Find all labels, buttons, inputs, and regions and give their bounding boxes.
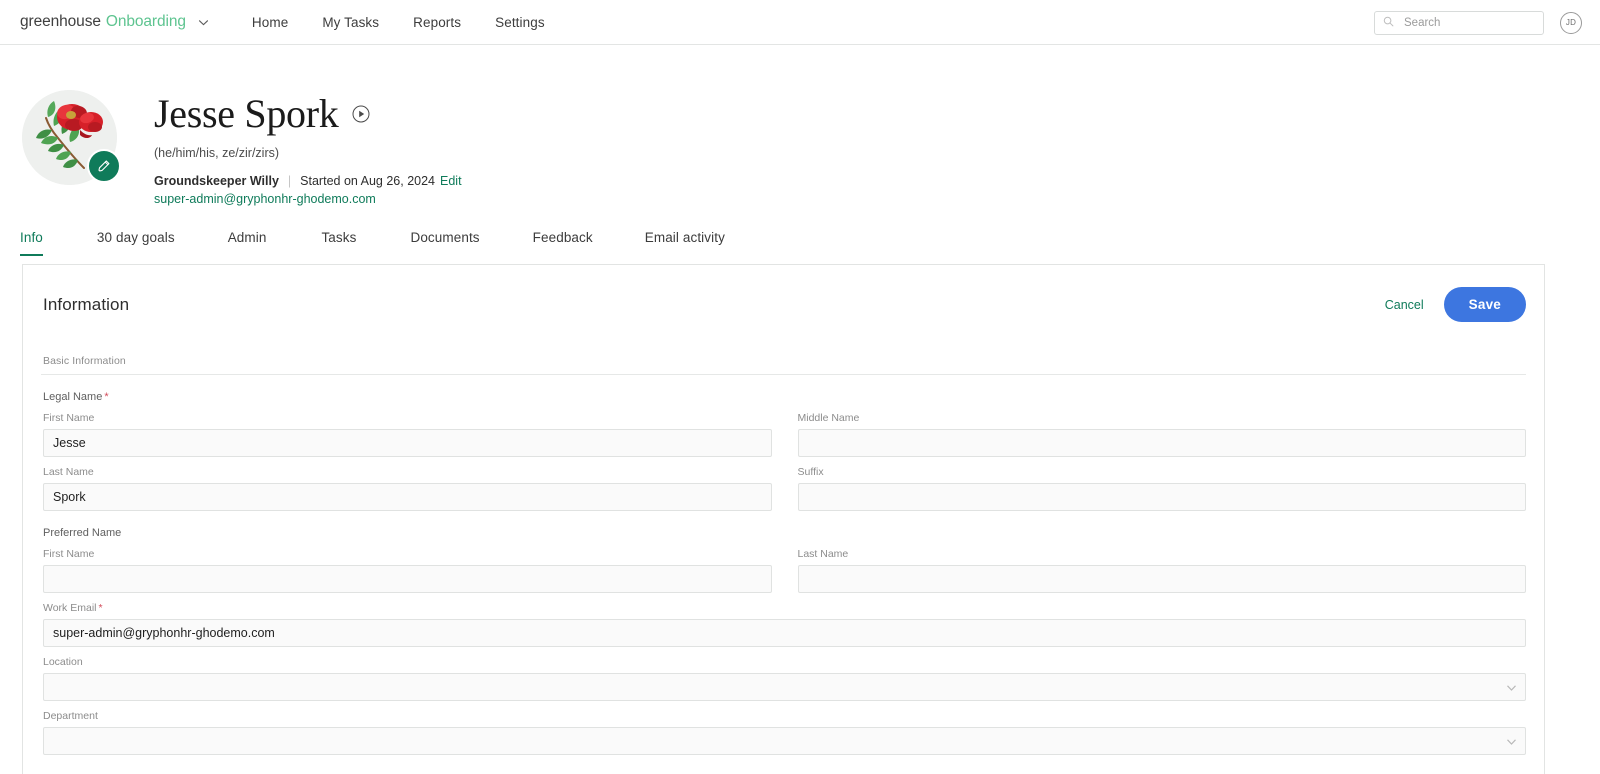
profile-meta-row: Groundskeeper Willy | Started on Aug 26,…: [154, 174, 462, 188]
field-preferred-first-name: First Name: [41, 548, 772, 593]
field-suffix: Suffix: [796, 466, 1526, 511]
tab-email-activity[interactable]: Email activity: [645, 230, 725, 256]
input-work-email[interactable]: [43, 619, 1526, 647]
label-middle-name: Middle Name: [797, 412, 860, 424]
edit-start-date-link[interactable]: Edit: [440, 174, 462, 188]
label-preferred-first-name: First Name: [43, 548, 95, 560]
preferred-name-group-spacer: [796, 511, 1527, 539]
label-department: Department: [43, 710, 98, 722]
card-title: Information: [43, 294, 130, 314]
profile-avatar-wrapper: [22, 90, 121, 185]
meta-divider: |: [287, 174, 292, 188]
field-location: Location: [41, 656, 1526, 701]
brand-logo[interactable]: greenhouse Onboarding: [20, 13, 210, 31]
profile-details: Jesse Spork (he/him/his, ze/zir/zirs) Gr…: [154, 90, 462, 207]
nav-right-cluster: JD: [1374, 0, 1582, 45]
legal-name-group-label-wrap: Legal Name *: [41, 375, 772, 403]
select-location[interactable]: [43, 673, 1526, 701]
department-select-wrapper[interactable]: [43, 727, 1526, 755]
group-label-legal-name: Legal Name *: [41, 391, 772, 403]
select-department[interactable]: [43, 727, 1526, 755]
tab-30-day-goals[interactable]: 30 day goals: [97, 230, 175, 256]
chevron-down-icon[interactable]: [197, 16, 210, 29]
brand-company-label: greenhouse: [20, 13, 101, 30]
profile-header: Jesse Spork (he/him/his, ze/zir/zirs) Gr…: [0, 45, 1600, 206]
required-asterisk-work-email: *: [98, 602, 103, 614]
search-input[interactable]: [1402, 15, 1535, 30]
label-work-email-text: Work Email: [43, 602, 97, 614]
group-label-legal-name-text: Legal Name: [43, 391, 103, 403]
profile-name-row: Jesse Spork: [154, 93, 462, 135]
label-last-name: Last Name: [43, 466, 94, 478]
input-preferred-last-name[interactable]: [797, 565, 1526, 593]
main-nav-links: Home My Tasks Reports Settings: [252, 15, 545, 30]
profile-start-date: Started on Aug 26, 2024: [300, 174, 436, 188]
label-location: Location: [43, 656, 83, 668]
nav-link-my-tasks[interactable]: My Tasks: [322, 15, 379, 30]
tab-admin[interactable]: Admin: [228, 230, 267, 256]
search-box[interactable]: [1374, 10, 1544, 35]
section-label-basic-information: Basic Information: [43, 355, 126, 367]
play-icon[interactable]: [352, 105, 370, 128]
information-card: Information Cancel Save Basic Informatio…: [22, 264, 1545, 774]
cancel-button[interactable]: Cancel: [1379, 294, 1430, 316]
input-last-name[interactable]: [43, 483, 772, 511]
user-avatar-initials[interactable]: JD: [1560, 11, 1582, 34]
pencil-icon: [98, 160, 110, 172]
required-asterisk: *: [104, 391, 109, 403]
input-suffix[interactable]: [797, 483, 1526, 511]
profile-email-link[interactable]: super-admin@gryphonhr-ghodemo.com: [154, 192, 462, 206]
nav-link-reports[interactable]: Reports: [413, 15, 461, 30]
tab-info[interactable]: Info: [20, 230, 43, 256]
field-last-name: Last Name: [41, 466, 772, 511]
form-grid: Legal Name* First Name Middle Name Last …: [41, 375, 1526, 755]
tab-feedback[interactable]: Feedback: [533, 230, 593, 256]
tab-documents[interactable]: Documents: [410, 230, 479, 256]
legal-name-group-spacer: [796, 375, 1527, 403]
label-suffix: Suffix: [797, 466, 824, 478]
brand-product-label: Onboarding: [105, 13, 186, 30]
label-preferred-last-name: Last Name: [797, 548, 849, 560]
field-first-name: First Name: [41, 412, 772, 457]
profile-tabs: Info 30 day goals Admin Tasks Documents …: [0, 230, 1600, 256]
location-select-wrapper[interactable]: [43, 673, 1526, 701]
card-header: Information Cancel Save: [41, 287, 1526, 322]
input-middle-name[interactable]: [797, 429, 1526, 457]
edit-avatar-button[interactable]: [87, 149, 121, 183]
input-preferred-first-name[interactable]: [43, 565, 772, 593]
field-work-email: Work Email *: [41, 602, 1526, 647]
field-middle-name: Middle Name: [796, 412, 1526, 457]
profile-pronouns: (he/him/his, ze/zir/zirs): [154, 146, 280, 160]
nav-link-settings[interactable]: Settings: [495, 15, 545, 30]
tab-tasks[interactable]: Tasks: [321, 230, 356, 256]
field-preferred-last-name: Last Name: [796, 548, 1526, 593]
top-navigation-bar: greenhouse Onboarding Home My Tasks Repo…: [0, 0, 1600, 45]
input-first-name[interactable]: [43, 429, 772, 457]
search-icon: [1383, 14, 1394, 32]
label-work-email: Work Email *: [43, 602, 1526, 614]
field-department: Department: [41, 710, 1526, 755]
profile-job-title: Groundskeeper Willy: [154, 174, 279, 188]
nav-link-home[interactable]: Home: [252, 15, 288, 30]
card-action-buttons: Cancel Save: [1379, 287, 1526, 322]
preferred-name-group-label-wrap: Preferred Name: [41, 511, 772, 539]
save-button[interactable]: Save: [1443, 287, 1526, 322]
label-first-name: First Name: [43, 412, 95, 424]
group-label-preferred-name: Preferred Name: [43, 527, 122, 539]
page-title: Jesse Spork: [154, 91, 339, 136]
